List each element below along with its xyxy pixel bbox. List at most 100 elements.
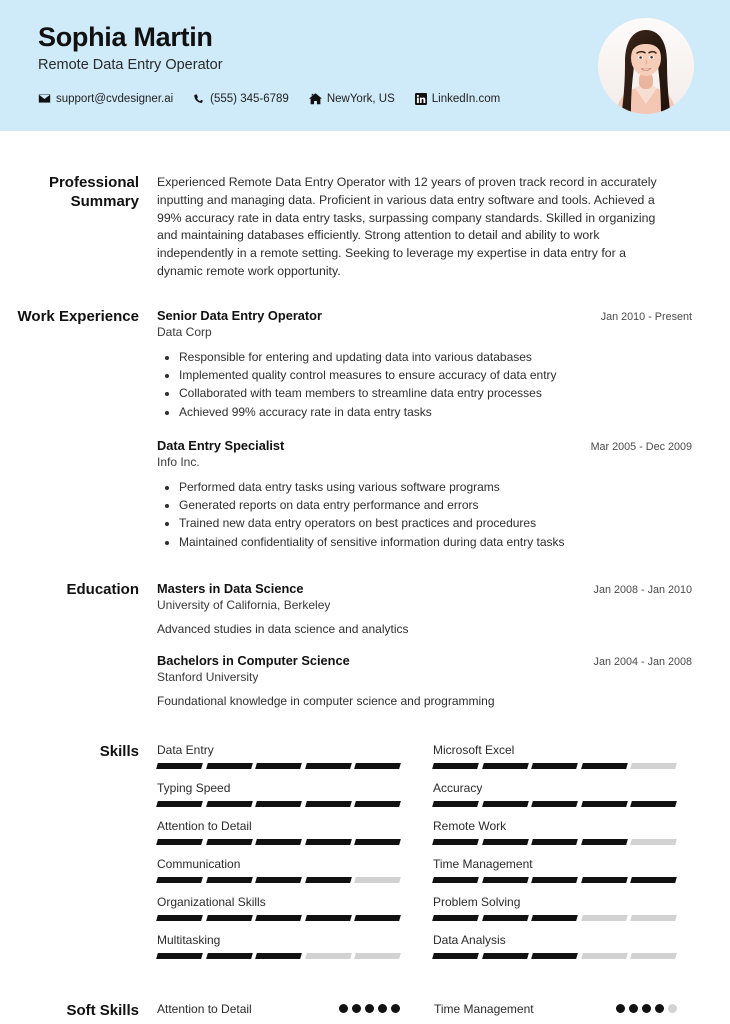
envelope-icon [38, 92, 51, 105]
skill-segment [630, 762, 677, 769]
skill-level-bar [156, 914, 401, 921]
entry-head: Senior Data Entry Operator Jan 2010 - Pre… [157, 308, 692, 323]
skill-segment [205, 800, 253, 807]
education-entry-desc: Foundational knowledge in computer scien… [157, 693, 495, 708]
list-item: Trained new data entry operators on best… [179, 514, 692, 532]
skill-segment [255, 762, 302, 769]
skill-segment [205, 952, 253, 959]
soft-skill-dot [339, 1004, 348, 1014]
skill-name: Problem Solving [433, 894, 521, 909]
soft-skill-name: Attention to Detail [157, 1001, 252, 1016]
contact-row: support@cvdesigner.ai (555) 345-6789 NewYo… [38, 92, 700, 105]
work-entry-org: Data Corp [157, 324, 212, 339]
skill-name: Communication [157, 856, 241, 871]
list-item: Maintained confidentiality of sensitive … [179, 533, 692, 551]
work-entry: Data Entry Specialist Mar 2005 - Dec 2009… [157, 438, 692, 551]
skill-segment [255, 876, 302, 883]
home-icon [308, 92, 322, 105]
contact-phone[interactable]: (555) 345-6789 [193, 92, 289, 105]
skill-item: Typing Speed [156, 780, 403, 819]
work-entry: Senior Data Entry Operator Jan 2010 - Pre… [157, 308, 692, 421]
skill-segment [630, 838, 677, 845]
section-professional-summary: Professional Summary Experienced Remote … [0, 174, 692, 281]
skill-level-bar [432, 762, 677, 769]
list-item: Implemented quality control measures to … [179, 366, 692, 384]
skill-segment [481, 800, 529, 807]
skill-segment [580, 762, 628, 769]
resume-header: Sophia Martin Remote Data Entry Operator… [0, 0, 730, 131]
contact-linkedin[interactable]: LinkedIn.com [414, 92, 500, 105]
skill-name: Accuracy [433, 780, 483, 795]
skill-segment [531, 876, 578, 883]
education-entry: Masters in Data Science Jan 2008 - Jan 20… [157, 581, 692, 636]
contact-text: support@cvdesigner.ai [56, 92, 174, 105]
education-entry: Bachelors in Computer Science Jan 2004 - … [157, 653, 692, 708]
contact-envelope[interactable]: support@cvdesigner.ai [38, 92, 173, 105]
list-item: Collaborated with team members to stream… [179, 384, 692, 402]
work-entry-title: Senior Data Entry Operator [157, 307, 322, 323]
section-label-education: Education [66, 580, 139, 598]
skill-segment [205, 762, 253, 769]
work-entry-org: Info Inc. [157, 454, 200, 469]
contact-home[interactable]: NewYork, US [308, 92, 395, 105]
skill-segment [481, 952, 529, 959]
section-label-soft-skills: Soft Skills [66, 1001, 139, 1019]
skill-item: Accuracy [432, 780, 679, 819]
soft-skill-dot [378, 1004, 387, 1014]
skill-segment [354, 800, 401, 807]
skill-segment [630, 876, 677, 883]
education-entry-title: Masters in Data Science [157, 580, 304, 596]
skill-item: Organizational Skills [156, 894, 403, 933]
phone-icon [193, 92, 205, 105]
skill-item: Microsoft Excel [432, 743, 679, 781]
skill-level-bar [156, 762, 401, 769]
skill-level-bar [156, 838, 401, 845]
soft-skill-dot [629, 1004, 638, 1014]
skill-item: Remote Work [432, 819, 679, 857]
list-item: Responsible for entering and updating da… [179, 348, 692, 366]
skill-item: Data Analysis [432, 932, 679, 971]
skill-segment [304, 952, 352, 959]
soft-skill-item: Attention to Detail [157, 1002, 400, 1016]
skill-segment [156, 838, 203, 845]
skill-name: Data Entry [157, 742, 214, 757]
skill-segment [354, 914, 401, 921]
skill-name: Organizational Skills [157, 894, 266, 909]
education-entry-date: Jan 2008 - Jan 2010 [593, 583, 692, 596]
skill-segment [156, 952, 203, 959]
skill-segment [156, 800, 203, 807]
skill-segment [255, 952, 302, 959]
skill-name: Data Analysis [433, 932, 506, 947]
section-label-summary: Professional Summary [48, 174, 139, 210]
soft-skill-dot [616, 1004, 625, 1014]
skill-segment [531, 800, 578, 807]
skill-level-bar [156, 876, 401, 883]
summary-text: Experienced Remote Data Entry Operator w… [157, 175, 657, 279]
skill-level-bar [432, 952, 677, 959]
skill-segment [354, 952, 401, 959]
skill-segment [205, 838, 253, 845]
skill-segment [481, 876, 529, 883]
skill-segment [255, 838, 302, 845]
skill-segment [432, 800, 479, 807]
skill-name: Time Management [433, 856, 533, 871]
section-label-skills: Skills [99, 742, 139, 760]
education-entry-org: Stanford University [157, 669, 259, 684]
section-education: Education Masters in Data Science Jan 200… [0, 581, 692, 708]
soft-skill-grid: Attention to DetailTime ManagementAdapta… [157, 1002, 692, 1024]
skill-name: Typing Speed [157, 780, 231, 795]
skill-segment [580, 952, 628, 959]
skill-segment [531, 838, 578, 845]
skill-segment [354, 838, 401, 845]
contact-text: (555) 345-6789 [210, 92, 289, 105]
skill-segment [205, 876, 253, 883]
skill-segment [255, 800, 302, 807]
skill-segment [432, 914, 479, 921]
skill-segment [432, 952, 479, 959]
avatar [598, 18, 694, 114]
entry-head: Bachelors in Computer Science Jan 2004 - … [157, 653, 692, 668]
education-entry-desc: Advanced studies in data science and ana… [157, 621, 409, 636]
skill-segment [304, 914, 352, 921]
skill-item: Time Management [432, 856, 679, 895]
list-item: Generated reports on data entry performa… [179, 496, 692, 514]
